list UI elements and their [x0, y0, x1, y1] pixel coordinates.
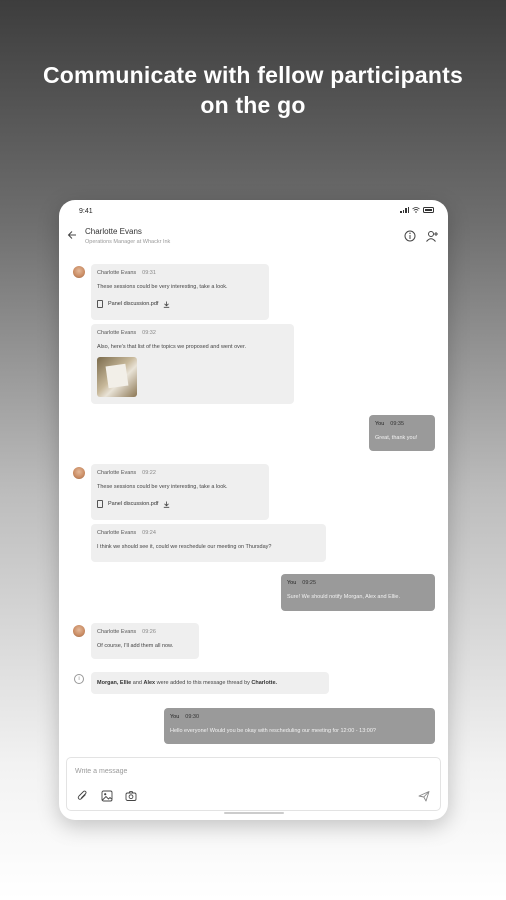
- headline-line-1: Communicate with fellow participants: [43, 62, 463, 88]
- file-attachment[interactable]: Panel discussion.pdf: [97, 296, 207, 312]
- message-text: Great, thank you!: [375, 435, 418, 441]
- wifi-icon: [412, 207, 420, 213]
- message-bubble: Charlotte Evans 09:24 I think we should s…: [91, 524, 326, 562]
- system-message: Morgan, Ellie and Alex were added to thi…: [91, 672, 329, 694]
- message-bubble-own: You 09:30 Hello everyone! Would you be ok…: [164, 708, 435, 744]
- message-sender: Charlotte Evans: [97, 530, 137, 536]
- message-composer: [66, 757, 441, 811]
- file-name: Panel discussion.pdf: [108, 501, 159, 507]
- signal-icon: [400, 207, 409, 213]
- file-icon: [97, 500, 103, 508]
- message-sender: You: [170, 714, 180, 720]
- system-message-icon: i: [74, 674, 84, 684]
- system-message-text: Morgan, Ellie and Alex were added to thi…: [97, 680, 278, 686]
- message-text: Of course, I'll add them all now.: [97, 643, 174, 649]
- message-time: 09:30: [185, 714, 200, 720]
- system-message-name: Alex: [143, 680, 156, 686]
- system-message-names: Morgan, Ellie: [97, 680, 132, 686]
- file-name: Panel discussion.pdf: [108, 301, 159, 307]
- message-text: These sessions could be very interesting…: [97, 484, 228, 490]
- status-bar: 9:41: [59, 200, 448, 222]
- avatar: [73, 266, 85, 278]
- message-text: Hello everyone! Would you be okay with r…: [170, 728, 376, 734]
- message-bubble: Charlotte Evans 09:32 Also, here's that l…: [91, 324, 294, 404]
- message-text: Sure! We should notify Morgan, Alex and …: [287, 594, 401, 600]
- download-icon[interactable]: [163, 301, 170, 308]
- file-icon: [97, 300, 103, 308]
- message-input[interactable]: [75, 764, 375, 778]
- message-time: 09:25: [302, 580, 317, 586]
- message-time: 09:32: [142, 330, 156, 336]
- system-icons: [400, 207, 434, 213]
- message-time: 09:31: [142, 270, 156, 276]
- contact-role: Operations Manager at Whackr Ink: [85, 239, 171, 245]
- message-bubble: Charlotte Evans 09:22 These sessions coul…: [91, 464, 269, 520]
- device-frame: 9:41 Charlotte Evans Operations Manager …: [59, 200, 448, 820]
- message-time: 09:24: [142, 530, 156, 536]
- message-sender: Charlotte Evans: [97, 629, 137, 635]
- message-text: I think we should see it, could we resch…: [97, 544, 272, 550]
- message-bubble: Charlotte Evans 09:31 These sessions coul…: [91, 264, 269, 320]
- message-bubble-own: You 09:25 Sure! We should notify Morgan, …: [281, 574, 435, 611]
- image-attachment[interactable]: [97, 357, 137, 397]
- arrow-back-icon[interactable]: [67, 230, 77, 240]
- file-attachment[interactable]: Panel discussion.pdf: [97, 496, 207, 512]
- info-icon[interactable]: [403, 229, 417, 243]
- home-indicator: [224, 812, 284, 814]
- headline: Communicate with fellow participants on …: [0, 60, 506, 120]
- message-time: 09:35: [390, 421, 405, 427]
- headline-line-2: on the go: [200, 92, 306, 118]
- camera-icon[interactable]: [125, 790, 137, 802]
- message-sender: Charlotte Evans: [97, 330, 137, 336]
- attachment-icon[interactable]: [77, 790, 89, 802]
- image-icon[interactable]: [101, 790, 113, 802]
- contact-name: Charlotte Evans: [85, 227, 142, 236]
- avatar: [73, 467, 85, 479]
- message-bubble-own: You 09:35 Great, thank you!: [369, 415, 435, 451]
- status-time: 9:41: [79, 208, 93, 215]
- chat-header: Charlotte Evans Operations Manager at Wh…: [59, 222, 448, 254]
- avatar: [73, 625, 85, 637]
- battery-icon: [423, 207, 434, 213]
- message-sender: You: [375, 421, 385, 427]
- add-person-icon[interactable]: [425, 229, 439, 243]
- system-message-author: Charlotte.: [251, 680, 278, 686]
- message-sender: You: [287, 580, 297, 586]
- download-icon[interactable]: [163, 501, 170, 508]
- message-text: These sessions could be very interesting…: [97, 284, 228, 290]
- message-text: Also, here's that list of the topics we …: [97, 344, 247, 350]
- message-bubble: Charlotte Evans 09:26 Of course, I'll add…: [91, 623, 199, 659]
- message-time: 09:26: [142, 629, 156, 635]
- message-sender: Charlotte Evans: [97, 270, 137, 276]
- message-time: 09:22: [142, 470, 156, 476]
- message-sender: Charlotte Evans: [97, 470, 137, 476]
- send-icon[interactable]: [418, 790, 430, 802]
